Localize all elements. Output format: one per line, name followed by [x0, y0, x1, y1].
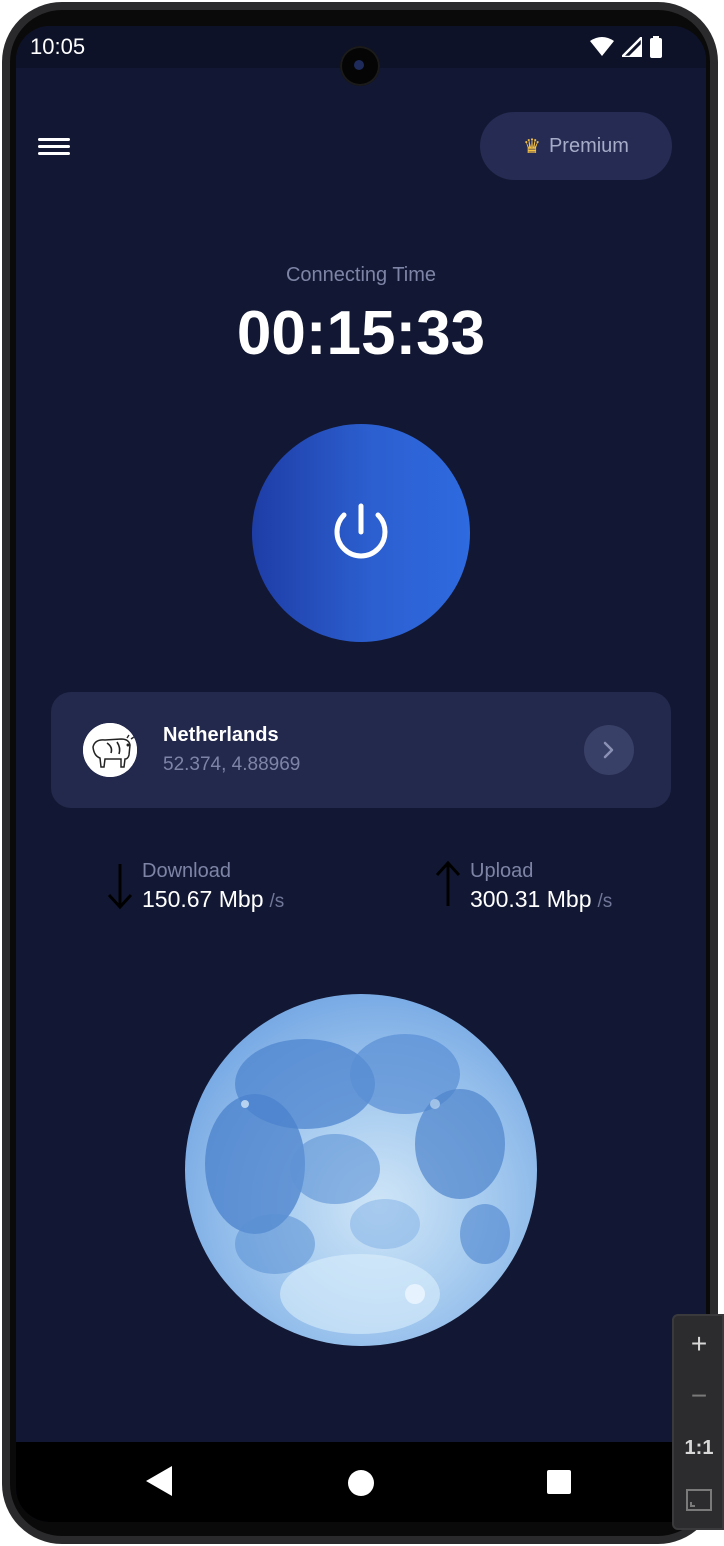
upload-stat: Upload 300.31 Mbp/s: [434, 860, 664, 920]
server-coordinates: 52.374, 4.88969: [163, 754, 301, 775]
system-navigation-bar: [16, 1442, 706, 1522]
premium-label: Premium: [548, 134, 629, 157]
upload-label: Upload: [470, 860, 534, 882]
server-chevron-button[interactable]: [584, 725, 634, 775]
upload-unit: /s: [597, 891, 613, 912]
download-unit: /s: [269, 891, 285, 912]
home-icon[interactable]: [348, 1470, 374, 1496]
hamburger-menu-icon[interactable]: [38, 134, 70, 160]
front-camera: [340, 46, 380, 86]
back-icon[interactable]: [146, 1466, 172, 1496]
app-screen: 10:05 ♛ Premium Connecting Time 00:15:33…: [16, 26, 706, 1522]
download-value: 150.67 Mbp: [142, 886, 264, 912]
status-bar: 10:05: [16, 26, 706, 86]
upload-value-row: 300.31 Mbp/s: [470, 886, 612, 913]
server-country: Netherlands: [163, 724, 279, 746]
status-time: 10:05: [30, 34, 86, 59]
zoom-actual-size-button[interactable]: 1:1: [674, 1422, 724, 1474]
recents-icon[interactable]: [547, 1470, 571, 1494]
arrow-down-icon: [107, 864, 133, 910]
power-icon: [334, 503, 388, 559]
cow-flag-icon: [83, 723, 137, 777]
server-selector-card[interactable]: Netherlands 52.374, 4.88969: [51, 692, 671, 808]
download-value-row: 150.67 Mbp/s: [142, 886, 284, 913]
download-stat: Download 150.67 Mbp/s: [106, 860, 336, 920]
status-icons: [590, 36, 662, 58]
fit-screen-icon[interactable]: [674, 1474, 724, 1526]
arrow-up-icon: [435, 860, 461, 906]
moon-image: [185, 994, 537, 1346]
zoom-in-button[interactable]: +: [674, 1318, 724, 1370]
connecting-time-label: Connecting Time: [285, 264, 437, 286]
crown-icon: ♛: [523, 135, 541, 158]
connection-timer: 00:15:33: [236, 299, 486, 368]
device-frame: 10:05 ♛ Premium Connecting Time 00:15:33…: [0, 0, 724, 1546]
upload-value: 300.31 Mbp: [470, 886, 592, 912]
battery-icon: [650, 36, 662, 58]
power-button[interactable]: [252, 424, 470, 642]
emulator-zoom-controls: + − 1:1: [672, 1314, 724, 1530]
chevron-right-icon: [603, 741, 614, 759]
wifi-icon: [590, 37, 614, 56]
zoom-out-button[interactable]: −: [674, 1370, 724, 1422]
premium-button[interactable]: ♛ Premium: [480, 112, 672, 180]
cellular-signal-icon: [622, 37, 642, 57]
download-label: Download: [142, 860, 231, 882]
